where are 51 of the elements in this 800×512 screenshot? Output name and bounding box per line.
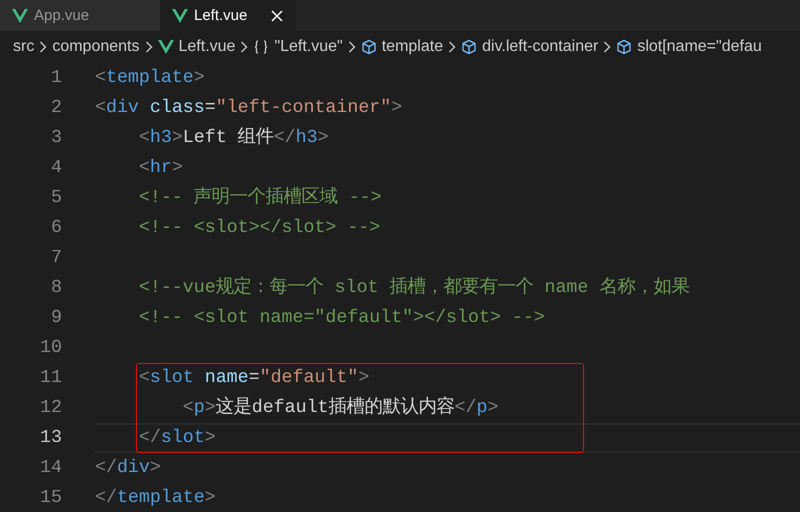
breadcrumb-item[interactable]: src [13,38,34,56]
line-number: 15 [39,487,62,510]
editor-tab[interactable]: Left.vue [160,0,296,31]
braces-icon [253,39,270,55]
code-line: <!-- <slot name="default"></slot> --> [138,307,546,330]
line-number: 5 [50,187,62,210]
line-number: 7 [50,247,62,270]
chevron-icon [144,41,152,53]
line-number: 12 [39,397,62,420]
code-line: <template> [95,67,206,90]
vue-icon [172,8,188,22]
code-line: </div> [95,457,162,480]
breadcrumb-item[interactable]: slot[name="defau [637,38,762,56]
chevron-icon [39,41,48,53]
code-line: <div class="left-container"> [95,97,404,120]
line-number: 8 [50,277,62,300]
code-line: <p>这是default插槽的默认内容</p> [182,395,500,420]
line-number: 11 [39,367,62,390]
cube-icon [616,39,632,55]
cube-icon [461,39,478,55]
vue-icon [12,8,28,22]
line-number: 1 [50,67,62,90]
breadcrumb-item[interactable]: components [52,38,140,56]
close-icon[interactable] [270,8,284,22]
code-line: <slot name="default"> [138,367,370,390]
line-number: 6 [50,217,62,240]
code-line: <!-- <slot></slot> --> [138,217,382,240]
code-line: <!--vue规定：每一个 slot 插槽，都要有一个 name 名称，如果 [138,276,690,300]
line-number: 13 [39,427,62,450]
chevron-icon [240,41,248,53]
line-number: 10 [39,337,62,360]
code-line: <hr> [138,157,184,180]
line-number: 14 [39,457,62,480]
line-number: 4 [50,157,62,180]
breadcrumb-item[interactable]: div.left-container [482,38,598,56]
chevron-icon [603,41,612,53]
code-line: </template> [95,487,217,510]
chevron-icon [448,41,456,53]
code-line: <h3>Left 组件</h3> [138,126,330,150]
chevron-icon [348,41,356,53]
line-number: 2 [50,97,62,120]
line-number: 3 [50,127,62,150]
breadcrumb-item[interactable]: "Left.vue" [274,38,343,56]
breadcrumb-item[interactable]: Left.vue [178,38,236,56]
code-line: <!-- 声明一个插槽区域 --> [138,186,383,210]
cube-icon [360,39,377,55]
editor-tab[interactable]: App.vue [0,0,160,31]
code-line: </slot> [95,423,800,453]
line-number: 9 [50,307,62,330]
vue-icon [158,40,174,54]
breadcrumb-item[interactable]: template [382,38,444,56]
